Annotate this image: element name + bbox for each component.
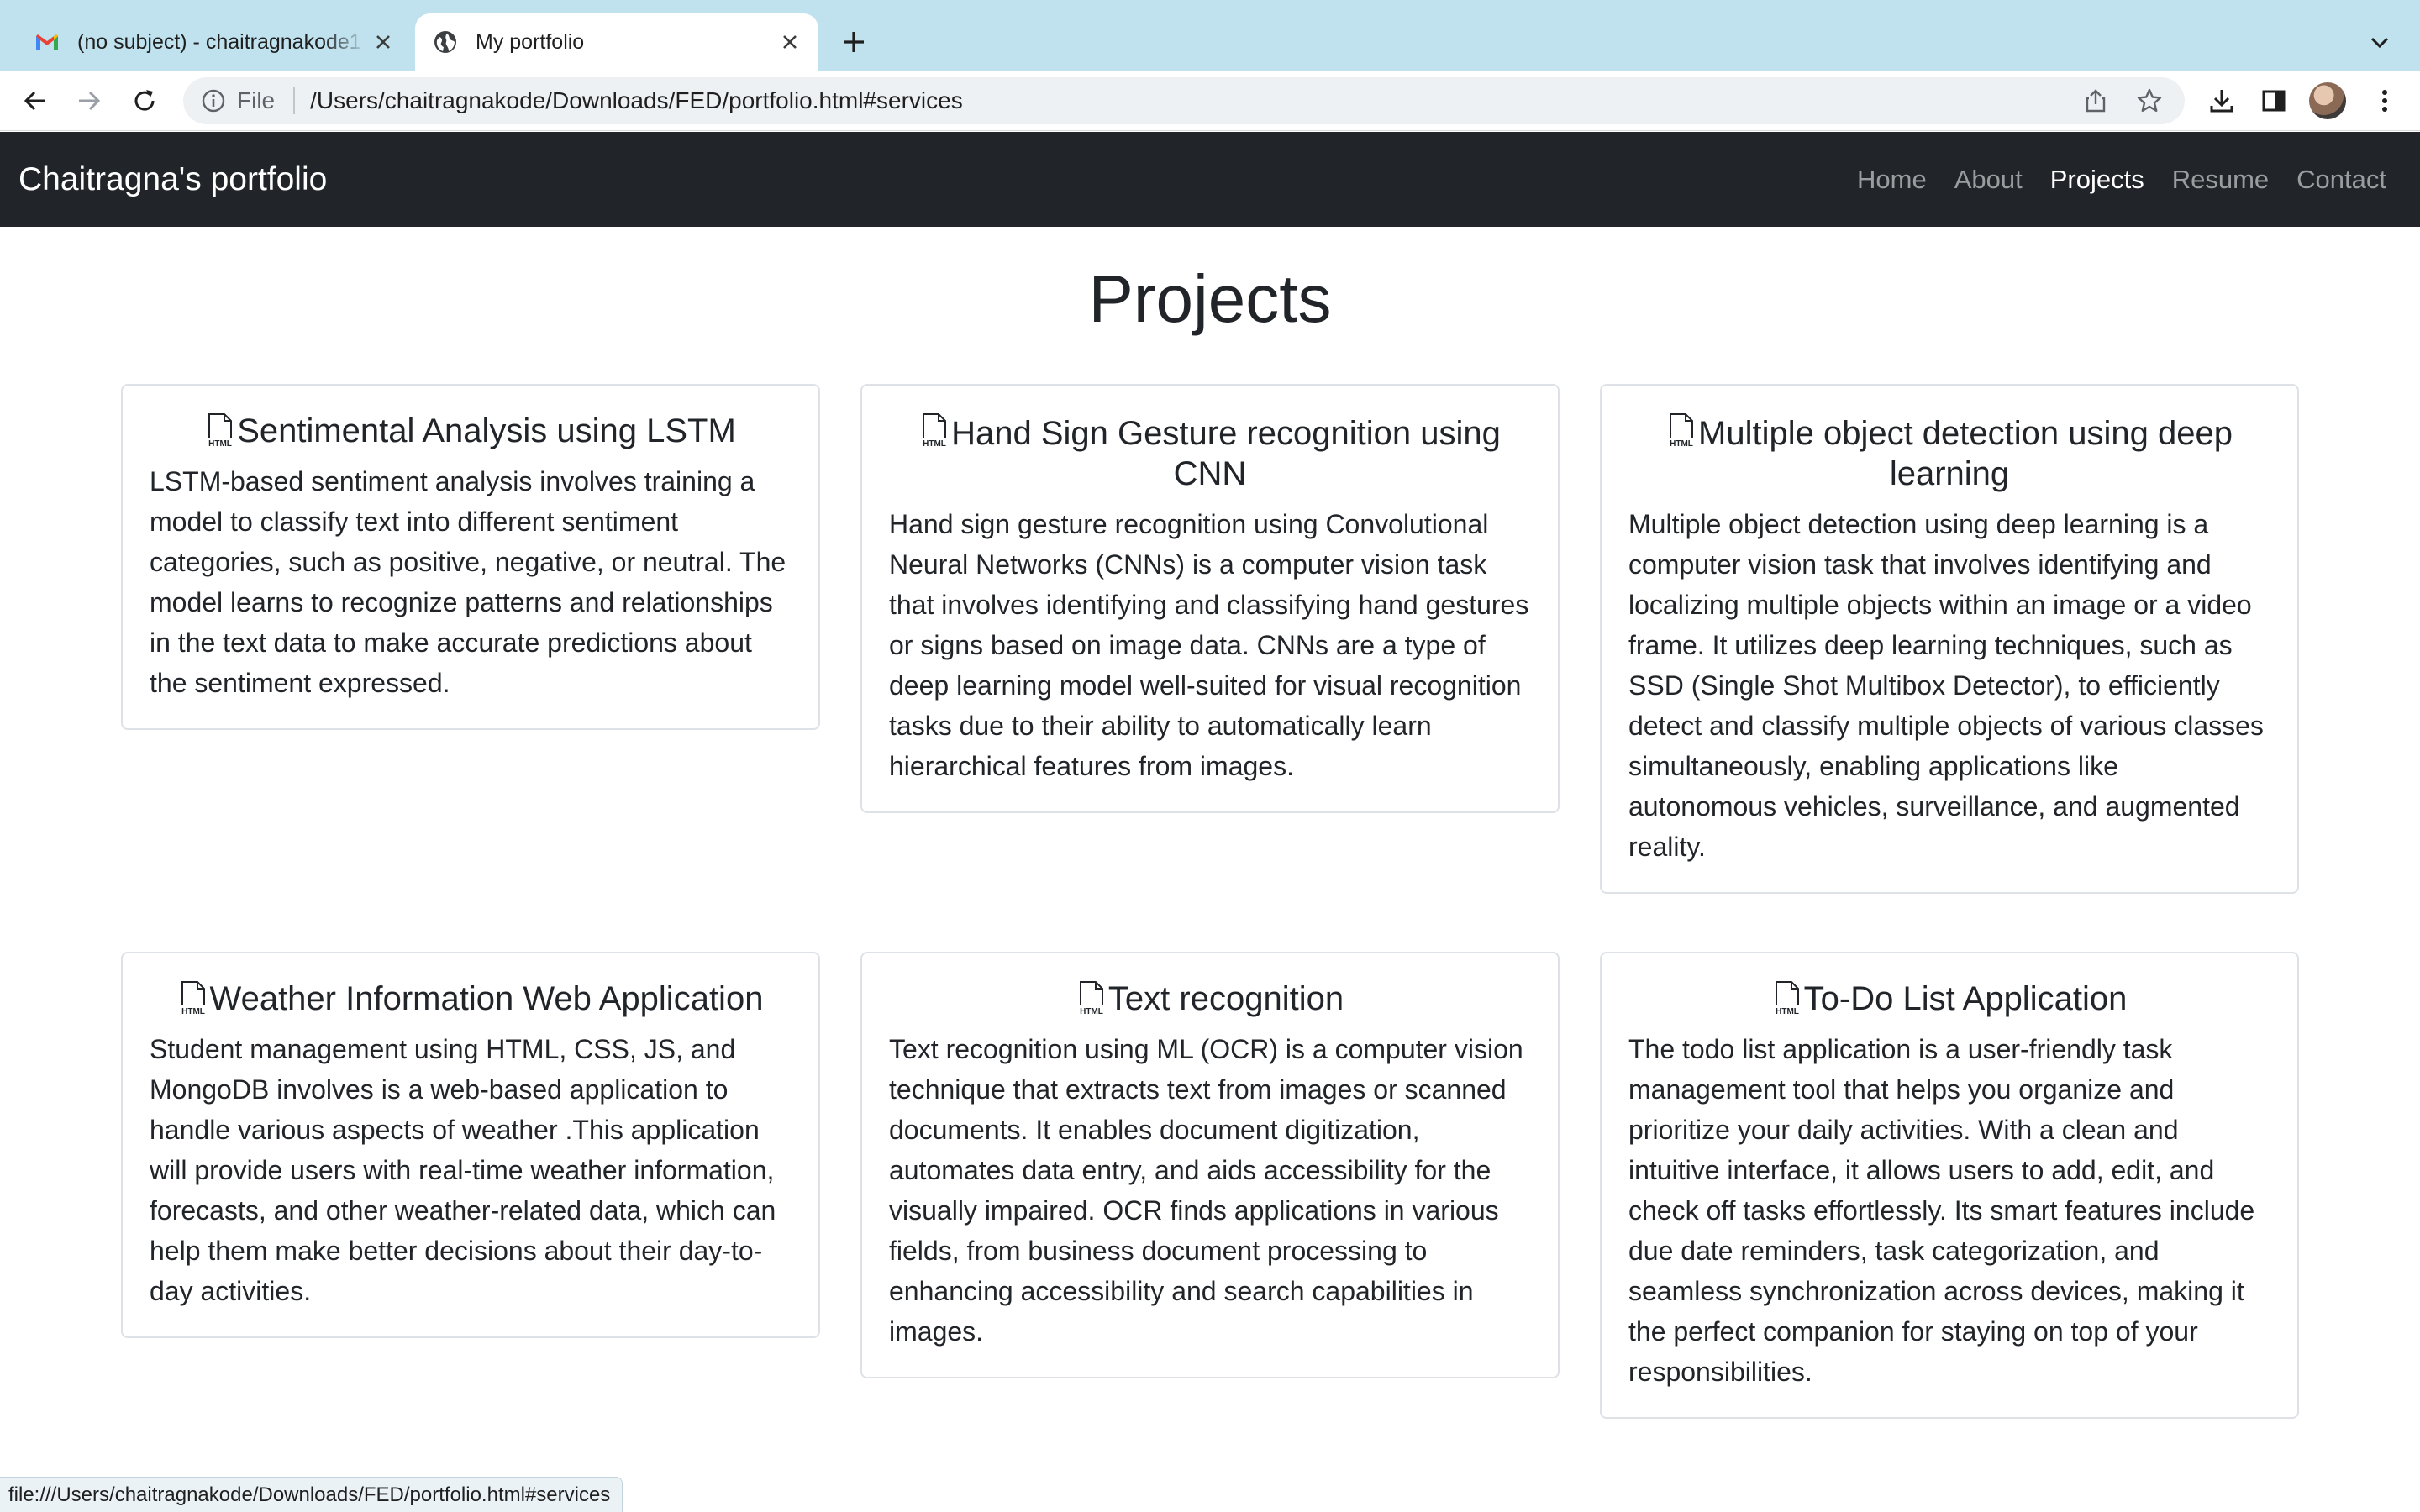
forward-button[interactable] (71, 82, 108, 119)
arrow-right-icon (79, 91, 101, 111)
project-card: HTML Sentimental Analysis using LSTM LST… (121, 384, 820, 730)
address-bar[interactable]: File /Users/chaitragnakode/Downloads/FED… (183, 77, 2185, 124)
star-icon[interactable] (2131, 82, 2168, 119)
html-file-icon: HTML (205, 413, 236, 449)
close-icon[interactable] (773, 25, 807, 59)
project-card-title: HTML Hand Sign Gesture recognition using … (889, 411, 1531, 494)
html-file-icon: HTML (1771, 981, 1802, 1016)
menu-button[interactable] (2366, 82, 2403, 119)
project-card-title-text: Hand Sign Gesture recognition using CNN (951, 415, 1501, 492)
tab-search-button[interactable] (2363, 25, 2396, 59)
project-card-description: Multiple object detection using deep lea… (1628, 509, 2264, 862)
project-card: HTML Hand Sign Gesture recognition using … (860, 384, 1560, 813)
arrow-left-icon (24, 91, 45, 111)
project-card-description: The todo list application is a user-frie… (1628, 1034, 2255, 1387)
project-card: HTML To-Do List Application The todo lis… (1600, 952, 2299, 1419)
downloads-button[interactable] (2203, 82, 2240, 119)
project-card-title: HTML Weather Information Web Application (150, 979, 792, 1019)
project-card-description: Student management using HTML, CSS, JS, … (150, 1034, 776, 1306)
tab-gmail[interactable]: (no subject) - chaitragnakode1 (17, 13, 412, 71)
close-icon[interactable] (366, 25, 400, 59)
tab-title: My portfolio (476, 29, 585, 54)
svg-text:HTML: HTML (1080, 1007, 1103, 1016)
share-icon[interactable] (2077, 82, 2114, 119)
back-button[interactable] (17, 82, 54, 119)
kebab-menu-icon (2382, 90, 2387, 112)
browser-toolbar: File /Users/chaitragnakode/Downloads/FED… (0, 71, 2420, 131)
tab-my-portfolio[interactable]: My portfolio (415, 13, 818, 71)
html-file-icon: HTML (919, 413, 950, 449)
project-card-description: Hand sign gesture recognition using Conv… (889, 509, 1529, 781)
project-card-title: HTML Sentimental Analysis using LSTM (150, 411, 792, 451)
project-card: HTML Multiple object detection using deep… (1600, 384, 2299, 894)
section-title: Projects (1088, 261, 1332, 336)
plus-icon (844, 32, 864, 52)
reload-icon (134, 90, 155, 111)
project-card-title: HTML Text recognition (889, 979, 1531, 1019)
svg-text:HTML: HTML (1670, 439, 1693, 449)
new-tab-button[interactable] (837, 25, 871, 59)
link-status-bubble: file:///Users/chaitragnakode/Downloads/F… (0, 1477, 623, 1512)
nav-link-about[interactable]: About (1954, 165, 2023, 195)
gmail-icon (36, 34, 58, 50)
nav-link-contact[interactable]: Contact (2296, 165, 2386, 195)
tab-title: (no subject) - chaitragnakode1 (77, 29, 361, 54)
divider (293, 87, 296, 114)
svg-text:HTML: HTML (208, 439, 232, 449)
url-text[interactable]: /Users/chaitragnakode/Downloads/FED/port… (310, 87, 2077, 114)
project-card-description: Text recognition using ML (OCR) is a com… (889, 1034, 1523, 1347)
chevron-down-icon (2370, 37, 2389, 49)
scrolled-paragraph-fragment: proficient in building web applications … (0, 210, 2420, 227)
info-icon[interactable] (200, 87, 227, 114)
url-scheme-label: File (237, 87, 276, 113)
project-card: HTML Text recognition Text recognition u… (860, 952, 1560, 1378)
nav-link-home[interactable]: Home (1857, 165, 1927, 195)
html-file-icon: HTML (177, 981, 208, 1016)
globe-icon (434, 31, 456, 53)
project-card: HTML Weather Information Web Application… (121, 952, 820, 1338)
scrolled-paragraph-text: proficient in building web applications … (0, 210, 2420, 220)
browser-tab-strip: (no subject) - chaitragnakode1 My portfo… (0, 0, 2420, 71)
nav-link-projects[interactable]: Projects (2050, 165, 2144, 195)
html-file-icon: HTML (1666, 413, 1697, 449)
svg-text:HTML: HTML (923, 439, 946, 449)
project-card-title: HTML To-Do List Application (1628, 979, 2270, 1019)
side-panel-button[interactable] (2255, 82, 2292, 119)
svg-text:HTML: HTML (182, 1007, 205, 1016)
svg-text:HTML: HTML (1776, 1007, 1799, 1016)
project-card-title: HTML Multiple object detection using deep… (1628, 411, 2270, 494)
reload-button[interactable] (126, 82, 163, 119)
nav-link-resume[interactable]: Resume (2172, 165, 2269, 195)
project-card-title-text: Multiple object detection using deep lea… (1698, 415, 2233, 492)
project-card-description: LSTM-based sentiment analysis involves t… (150, 466, 786, 698)
profile-avatar[interactable] (2309, 82, 2346, 119)
download-icon (2210, 90, 2233, 113)
html-file-icon: HTML (1076, 981, 1107, 1016)
side-panel-icon (2262, 90, 2286, 112)
